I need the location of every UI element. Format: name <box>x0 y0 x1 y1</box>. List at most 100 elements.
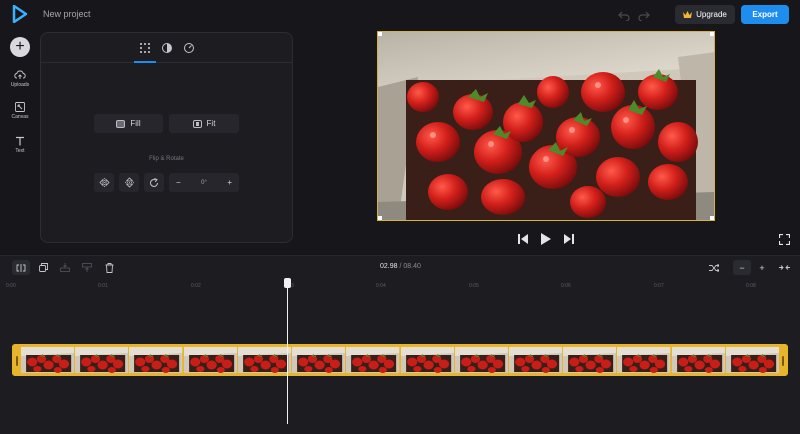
rail-item-text[interactable]: Text <box>0 136 40 154</box>
ruler-tick: 0:05 <box>469 283 479 289</box>
top-bar: New project Upgrade Export <box>0 0 800 30</box>
clip-thumbnail <box>21 347 75 373</box>
export-label: Export <box>752 10 778 19</box>
fullscreen-icon[interactable] <box>778 232 791 246</box>
panel-tabs <box>41 33 292 63</box>
ruler-tick: 0:00 <box>6 283 16 289</box>
rotate-decrease-button[interactable]: − <box>176 178 181 187</box>
preview-corner-handle[interactable] <box>710 216 714 220</box>
total-duration: 08.40 <box>403 263 421 270</box>
fill-button[interactable]: Fill <box>94 114 163 133</box>
clip-thumbnail <box>671 347 725 373</box>
clip-thumbnail <box>563 347 617 373</box>
fit-button[interactable]: Fit <box>169 114 239 133</box>
expand-timeline-button[interactable] <box>775 260 793 275</box>
playhead-handle[interactable] <box>284 278 291 288</box>
grid-dots-icon <box>140 43 150 53</box>
preview-corner-handle[interactable] <box>378 32 382 36</box>
skip-back-icon[interactable] <box>518 232 528 244</box>
expand-horizontal-icon <box>778 265 790 270</box>
project-title[interactable]: New project <box>43 9 91 19</box>
tab-adjust[interactable] <box>160 41 174 55</box>
clip-thumbnails <box>21 347 780 373</box>
upgrade-label: Upgrade <box>696 10 727 19</box>
duplicate-icon <box>38 263 48 272</box>
tab-layout[interactable] <box>134 41 156 63</box>
rail-item-canvas[interactable]: Canvas <box>0 102 40 120</box>
layer-up-icon <box>82 263 92 272</box>
move-down-button[interactable] <box>56 260 74 275</box>
preview-corner-handle[interactable] <box>710 32 714 36</box>
flip-horizontal-button[interactable] <box>94 173 114 192</box>
preview-corner-handle[interactable] <box>378 216 382 220</box>
clip-thumbnail <box>346 347 400 373</box>
current-time: 02.98 <box>380 263 398 270</box>
rail-label-uploads: Uploads <box>10 82 30 88</box>
speed-gauge-icon <box>184 43 194 53</box>
timeline-track-area[interactable] <box>0 292 800 434</box>
ruler-tick: 0:08 <box>746 283 756 289</box>
strawberry-basket-image <box>378 32 714 220</box>
video-preview[interactable] <box>377 31 715 221</box>
play-icon[interactable] <box>541 232 551 245</box>
properties-panel: Fill Fit Flip & Rotate − 0° + <box>40 32 293 243</box>
ruler-tick: 0:06 <box>561 283 571 289</box>
split-icon <box>16 263 26 272</box>
fit-timeline-button[interactable] <box>705 260 723 275</box>
rotate-icon <box>150 177 158 187</box>
timeline-ruler[interactable]: 0:00 0:01 0:02 0:03 0:04 0:05 0:06 0:07 … <box>0 278 800 292</box>
clip-thumbnail <box>292 347 346 373</box>
rail-item-uploads[interactable]: Uploads <box>0 70 40 88</box>
clip-trim-start-handle[interactable] <box>14 347 20 373</box>
fit-label: Fit <box>206 119 216 128</box>
time-readout: 02.98 / 08.40 <box>380 263 421 270</box>
timeline-toolbar: 02.98 / 08.40 − + <box>0 255 800 278</box>
rotation-stepper[interactable]: − 0° + <box>169 173 239 192</box>
fill-icon <box>116 119 126 128</box>
video-clip[interactable] <box>12 344 788 376</box>
export-button[interactable]: Export <box>741 5 789 24</box>
tab-speed[interactable] <box>182 41 196 55</box>
clip-thumbnail <box>129 347 183 373</box>
flip-rotate-heading: Flip & Rotate <box>149 156 184 162</box>
fill-label: Fill <box>130 119 141 128</box>
zoom-out-button[interactable]: − <box>733 260 751 275</box>
clip-trim-end-handle[interactable] <box>780 347 786 373</box>
clip-thumbnail <box>237 347 292 373</box>
layer-down-icon <box>60 263 70 272</box>
shuffle-icon <box>709 263 719 272</box>
text-icon <box>16 136 24 146</box>
split-button[interactable] <box>12 260 30 275</box>
time-separator: / <box>399 263 402 270</box>
undo-icon[interactable] <box>618 8 630 22</box>
ruler-tick: 0:02 <box>191 283 201 289</box>
duplicate-button[interactable] <box>34 260 52 275</box>
flip-vertical-button[interactable] <box>119 173 139 192</box>
flip-vertical-icon <box>124 177 134 188</box>
clip-thumbnail <box>75 347 129 373</box>
rotation-value[interactable]: 0° <box>201 180 207 186</box>
clip-thumbnail <box>617 347 671 373</box>
clip-thumbnail <box>508 347 563 373</box>
upgrade-button[interactable]: Upgrade <box>675 5 735 24</box>
add-media-button[interactable]: + <box>10 37 30 57</box>
clip-thumbnail <box>183 347 237 373</box>
delete-button[interactable] <box>100 260 118 275</box>
trash-icon <box>105 262 113 273</box>
app-logo-icon[interactable] <box>12 5 28 23</box>
upload-cloud-icon <box>14 70 26 79</box>
ruler-tick: 0:04 <box>376 283 386 289</box>
rotate-button[interactable] <box>144 173 164 192</box>
rail-label-text: Text <box>15 148 25 154</box>
zoom-in-button[interactable]: + <box>753 260 771 275</box>
canvas-resize-icon <box>15 102 25 112</box>
move-up-button[interactable] <box>78 260 96 275</box>
ruler-tick: 0:01 <box>98 283 108 289</box>
skip-forward-icon[interactable] <box>564 232 574 244</box>
contrast-icon <box>162 43 172 53</box>
rotate-increase-button[interactable]: + <box>227 178 232 187</box>
left-rail: + Uploads Canvas Text <box>0 30 40 255</box>
redo-icon[interactable] <box>638 8 650 22</box>
fit-icon <box>192 119 202 128</box>
clip-thumbnail <box>454 347 508 373</box>
